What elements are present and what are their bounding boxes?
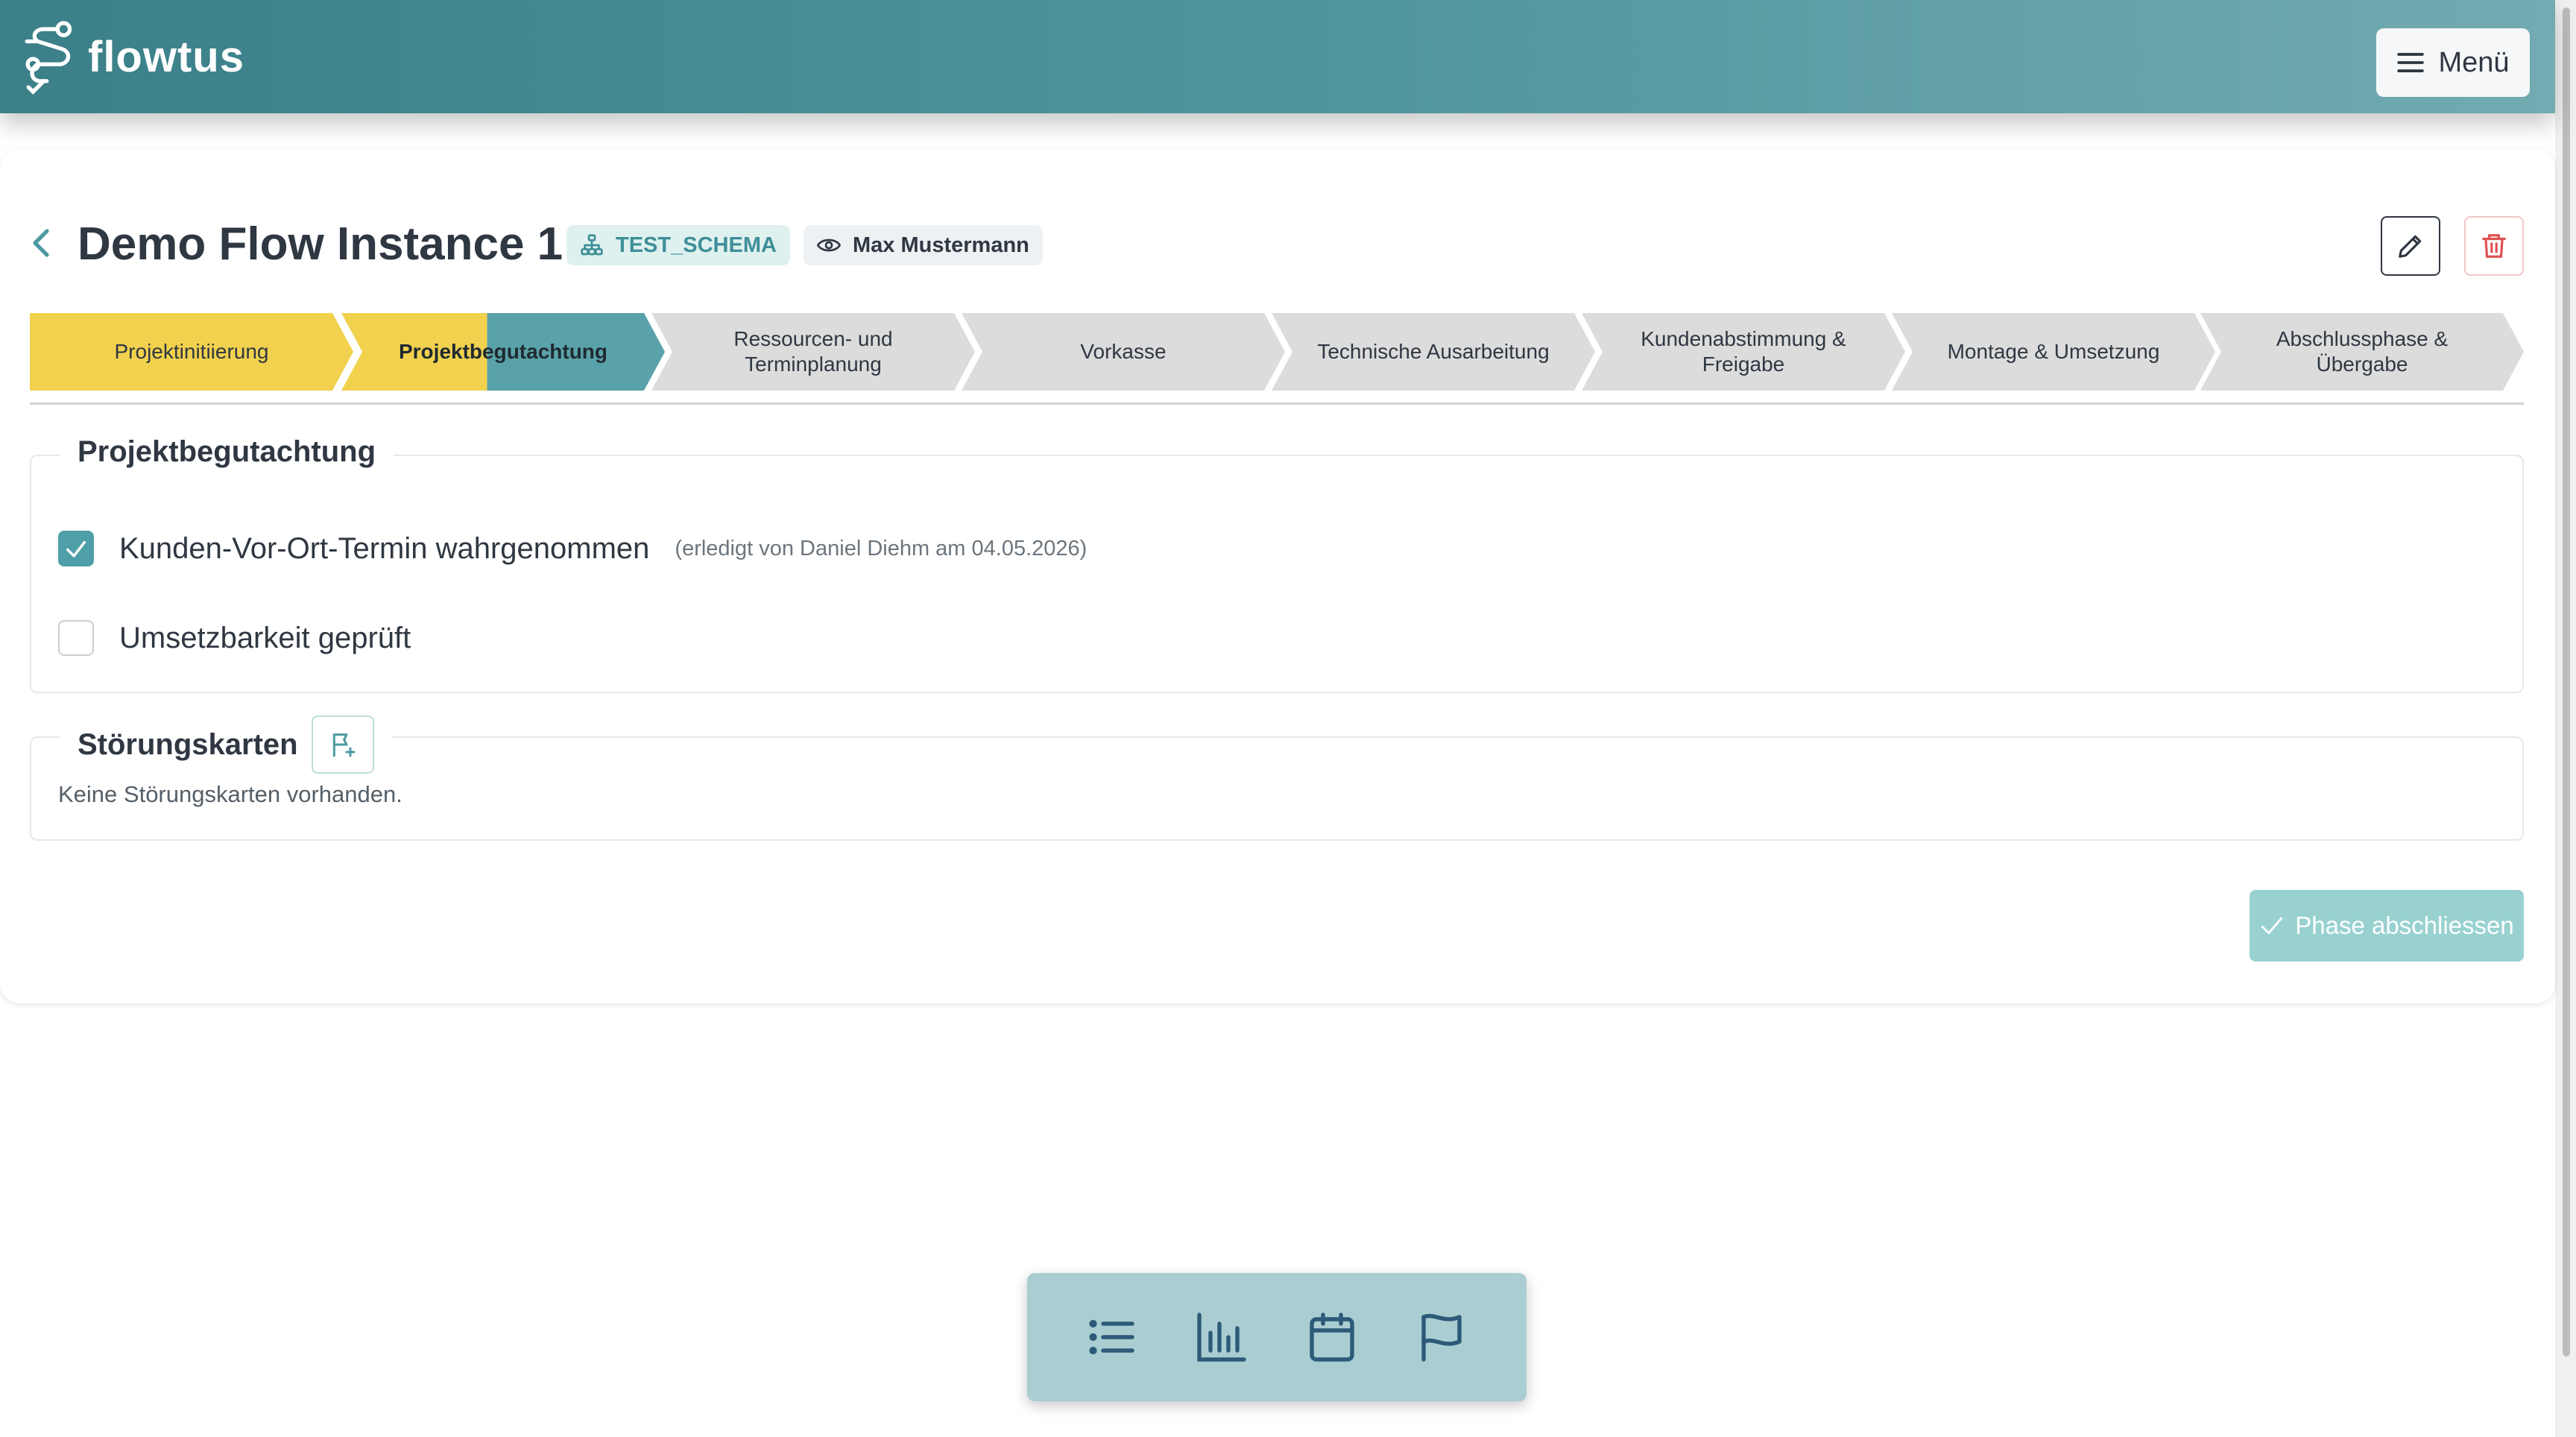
pipeline-divider [30, 402, 2524, 405]
pencil-icon [2399, 235, 2422, 258]
disruption-empty-text: Keine Störungskarten vorhanden. [58, 781, 402, 807]
phase-step[interactable]: Technische Ausarbeitung [1272, 313, 1595, 391]
phase-step[interactable]: Kundenabstimmung & Freigabe [1582, 313, 1905, 391]
page-scrollbar[interactable] [2555, 0, 2576, 1437]
task-checkbox[interactable] [58, 531, 94, 566]
milestones-button[interactable] [1412, 1307, 1471, 1367]
finish-phase-label: Phase abschliessen [2295, 912, 2514, 939]
phase-step[interactable]: Projektinitiierung [30, 313, 353, 391]
schema-tag-label: TEST_SCHEMA [616, 233, 777, 257]
disruption-section-title: Störungskarten [78, 727, 298, 761]
list-view-button[interactable] [1082, 1307, 1142, 1367]
phase-step[interactable]: Abschlussphase & Übergabe [2200, 313, 2524, 391]
page-title: Demo Flow Instance 1 [78, 218, 564, 270]
chevron-left-icon [33, 229, 49, 257]
disruption-cards-panel [30, 736, 2524, 841]
menu-button[interactable]: Menü [2376, 28, 2530, 97]
watcher-tag[interactable]: Max Mustermann [804, 225, 1043, 265]
brand-name: flowtus [88, 32, 244, 81]
check-icon [2261, 917, 2283, 935]
delete-button[interactable] [2464, 216, 2524, 276]
sitemap-icon [581, 234, 603, 256]
check-icon [66, 540, 86, 558]
statistics-button[interactable] [1192, 1307, 1251, 1367]
menu-label: Menü [2438, 46, 2510, 78]
phase-pipeline: Projektinitiierung Projektbegutachtung R… [30, 313, 2524, 391]
brand-logo[interactable]: flowtus [22, 18, 244, 95]
phase-section-title: Projektbegutachtung [60, 435, 394, 469]
task-item: Umsetzbarkeit geprüft [58, 620, 411, 656]
flag-icon [1421, 1313, 1462, 1362]
task-label[interactable]: Umsetzbarkeit geprüft [119, 622, 411, 655]
trash-icon [2482, 234, 2506, 258]
finish-phase-button[interactable]: Phase abschliessen [2250, 890, 2524, 961]
hamburger-icon [2397, 53, 2425, 72]
flag-plus-icon [332, 733, 356, 757]
phase-tasks-panel [30, 455, 2524, 693]
phase-step[interactable]: Montage & Umsetzung [1892, 313, 2215, 391]
chart-icon [1197, 1313, 1246, 1362]
flowtus-logo-icon [25, 21, 72, 95]
phase-step[interactable]: Vorkasse [962, 313, 1285, 391]
bottom-toolbar [1027, 1273, 1527, 1401]
eye-icon [817, 239, 841, 252]
calendar-button[interactable] [1302, 1307, 1362, 1367]
disruption-section-header: Störungskarten [60, 716, 392, 774]
list-icon [1089, 1319, 1134, 1355]
calendar-icon [1310, 1313, 1354, 1362]
task-completion-meta: (erledigt von Daniel Diehm am 04.05.2026… [675, 536, 1087, 560]
add-disruption-button[interactable] [311, 716, 374, 774]
task-label[interactable]: Kunden-Vor-Ort-Termin wahrgenommen [119, 532, 649, 566]
task-item: Kunden-Vor-Ort-Termin wahrgenommen (erle… [58, 531, 1087, 566]
phase-step-current[interactable]: Projektbegutachtung [341, 313, 665, 391]
scrollbar-thumb[interactable] [2563, 7, 2570, 1357]
back-button[interactable] [28, 228, 54, 258]
top-bar: flowtus Menü [0, 0, 2555, 113]
edit-button[interactable] [2381, 216, 2440, 276]
watcher-tag-label: Max Mustermann [853, 233, 1029, 257]
schema-tag[interactable]: TEST_SCHEMA [566, 225, 790, 265]
task-checkbox[interactable] [58, 620, 94, 656]
phase-step[interactable]: Ressourcen- und Terminplanung [651, 313, 975, 391]
